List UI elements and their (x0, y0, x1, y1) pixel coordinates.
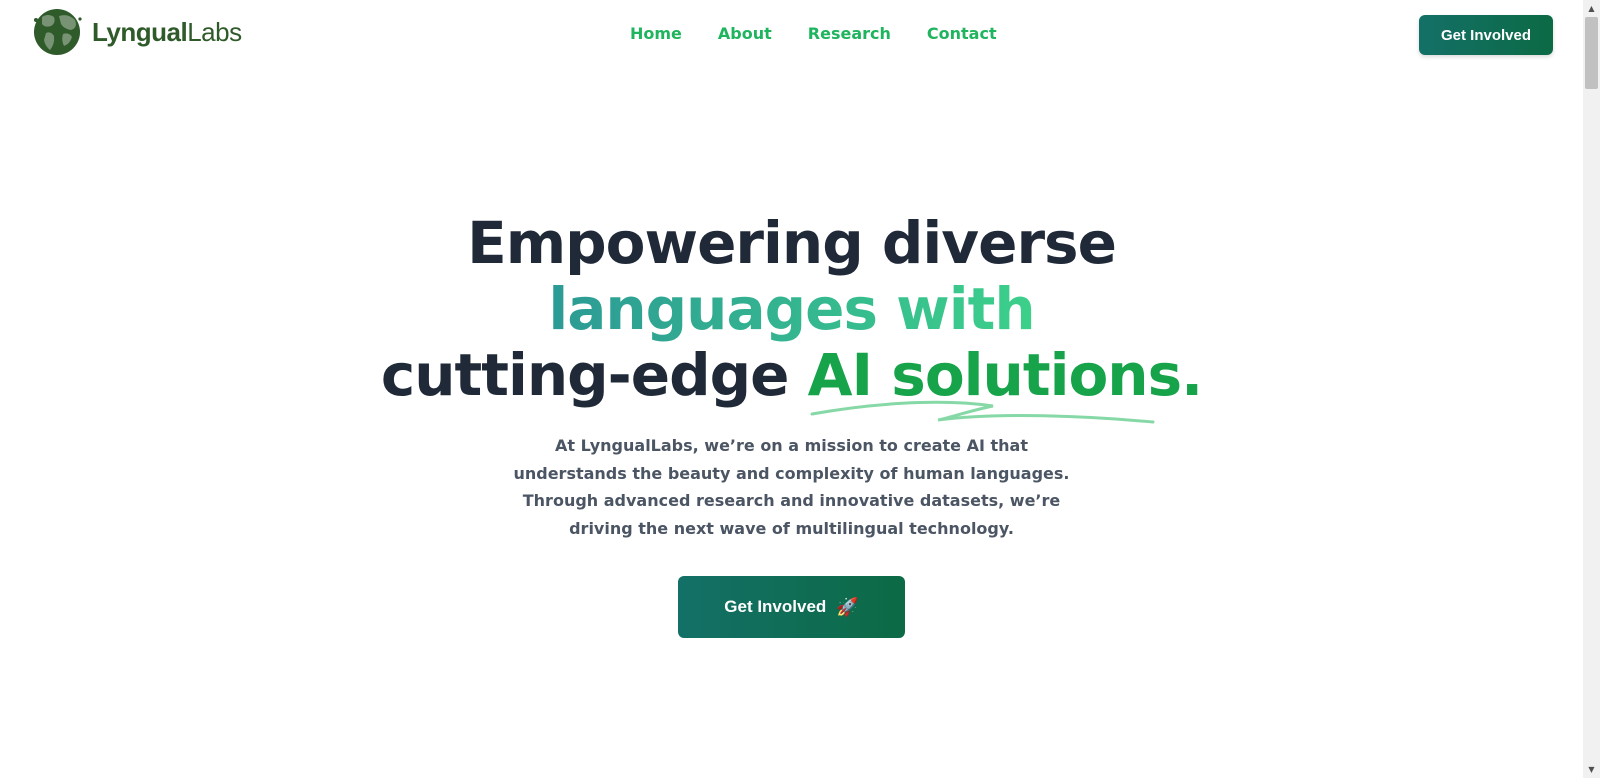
hero-get-involved-button[interactable]: Get Involved 🚀 (678, 576, 905, 638)
hero-section: Empowering diverse languages with cuttin… (0, 209, 1583, 424)
brand-name-bold: Lyngual (92, 16, 188, 47)
logo[interactable]: LyngualLabs (28, 7, 242, 57)
hero-title-highlight: languages with (548, 275, 1035, 343)
globe-icon (34, 9, 82, 55)
hero-title-accent-wrap: AI solutions. (807, 341, 1204, 424)
page-scrollbar[interactable]: ▲ ▼ (1583, 0, 1600, 778)
hero-cta-label: Get Involved (724, 597, 827, 616)
rocket-icon: 🚀 (836, 596, 859, 617)
brand-name: LyngualLabs (92, 17, 242, 48)
scroll-down-arrow-icon[interactable]: ▼ (1583, 761, 1600, 778)
brand-name-light: Labs (187, 16, 242, 47)
underline-squiggle (810, 400, 1155, 424)
hero-title-line-3-start: cutting-edge (380, 341, 808, 409)
header-get-involved-button[interactable]: Get Involved (1419, 15, 1553, 55)
nav-research[interactable]: Research (808, 24, 891, 43)
scroll-thumb[interactable] (1585, 17, 1598, 89)
nav-contact[interactable]: Contact (927, 24, 997, 43)
hero-title-line-3: cutting-edge AI solutions. (0, 341, 1583, 424)
nav-home[interactable]: Home (630, 24, 682, 43)
hero-title-line-1: Empowering diverse (467, 209, 1117, 277)
main-nav: Home About Research Contact (630, 24, 997, 43)
nav-about[interactable]: About (718, 24, 772, 43)
scroll-up-arrow-icon[interactable]: ▲ (1583, 0, 1600, 17)
hero-title-line-2: languages with (0, 276, 1583, 342)
site-header: LyngualLabs Home About Research Contact … (0, 0, 1583, 70)
hero-title-accent: AI solutions. (807, 341, 1204, 409)
hero-description: At LyngualLabs, we’re on a mission to cr… (513, 436, 1070, 538)
